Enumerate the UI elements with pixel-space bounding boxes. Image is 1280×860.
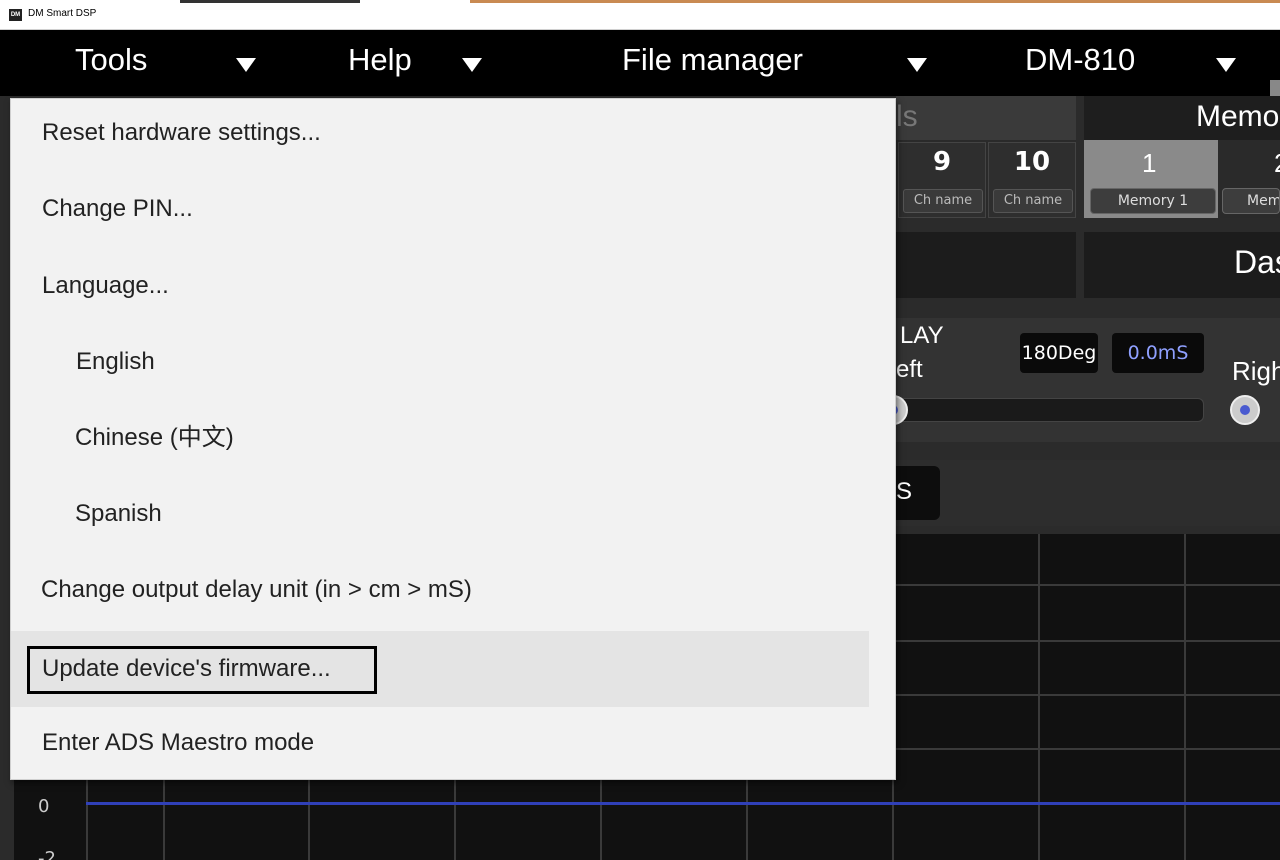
title-bar-strip-accent bbox=[470, 0, 1280, 3]
menu-item-label: Spanish bbox=[75, 500, 162, 527]
channel-9[interactable]: 9 Ch name bbox=[898, 142, 986, 218]
channels-header: ls bbox=[896, 96, 1076, 140]
phase-value[interactable]: 180Deg bbox=[1020, 333, 1098, 373]
app-logo-icon: DM bbox=[9, 9, 22, 21]
memory-number: 1 bbox=[1142, 148, 1157, 178]
device-chevron-down-icon[interactable] bbox=[1216, 58, 1236, 72]
grid-line bbox=[1038, 534, 1040, 860]
menu-item-language[interactable]: Language... bbox=[11, 248, 869, 324]
section-panel bbox=[896, 232, 1076, 298]
grid-line bbox=[308, 780, 310, 860]
grid-line bbox=[892, 584, 1280, 586]
channel-number: 10 bbox=[1013, 147, 1051, 177]
menu-item-english[interactable]: English bbox=[11, 324, 869, 400]
delay-title: LAY bbox=[900, 322, 944, 349]
menu-item-label: Change PIN... bbox=[42, 195, 193, 222]
channel-number: 9 bbox=[932, 147, 952, 177]
delay-left-slider[interactable] bbox=[896, 398, 1204, 422]
menu-item-label: Reset hardware settings... bbox=[42, 119, 321, 146]
help-chevron-down-icon[interactable] bbox=[462, 58, 482, 72]
menu-item-label: English bbox=[76, 348, 155, 375]
grid-line bbox=[892, 694, 1280, 696]
grid-line bbox=[163, 780, 165, 860]
delay-right-slider-knob[interactable] bbox=[1230, 395, 1260, 425]
menu-item-ads-maestro[interactable]: Enter ADS Maestro mode bbox=[11, 705, 869, 781]
memory-number: 2 bbox=[1274, 148, 1280, 179]
menu-item-change-delay-unit[interactable]: Change output delay unit (in > cm > mS) bbox=[11, 552, 869, 628]
response-curve bbox=[86, 802, 1280, 805]
dashboard-label: Das bbox=[1234, 244, 1280, 280]
menu-item-spanish[interactable]: Spanish bbox=[11, 476, 869, 552]
grid-line bbox=[892, 748, 1280, 750]
title-bar-strip bbox=[180, 0, 360, 3]
highlight-box bbox=[27, 646, 377, 694]
memory-header-label: Memor bbox=[1196, 100, 1280, 133]
dashboard-button[interactable]: Das bbox=[1084, 232, 1280, 298]
window-title: DM Smart DSP bbox=[28, 8, 97, 19]
memory-header: Memor bbox=[1084, 96, 1280, 140]
menu-device[interactable]: DM-810 bbox=[1025, 42, 1135, 78]
menu-item-label: Language... bbox=[42, 272, 169, 299]
channel-name-button[interactable]: Ch name bbox=[903, 189, 983, 213]
grid-line bbox=[892, 640, 1280, 642]
grid-line bbox=[600, 780, 602, 860]
tab-button[interactable]: S bbox=[896, 466, 940, 520]
channels-header-label: ls bbox=[896, 100, 918, 133]
menu-item-change-pin[interactable]: Change PIN... bbox=[11, 171, 869, 247]
tools-chevron-down-icon[interactable] bbox=[236, 58, 256, 72]
tab-label: S bbox=[896, 478, 913, 505]
delay-value[interactable]: 0.0mS bbox=[1112, 333, 1204, 373]
menu-help[interactable]: Help bbox=[348, 42, 412, 78]
tools-dropdown-menu: Reset hardware settings... Change PIN...… bbox=[10, 98, 896, 780]
memory-name-button[interactable]: Mem bbox=[1222, 188, 1280, 214]
channel-name-button[interactable]: Ch name bbox=[993, 189, 1073, 213]
delay-right-label: Righ bbox=[1232, 356, 1280, 386]
menu-item-reset-hardware[interactable]: Reset hardware settings... bbox=[11, 95, 869, 171]
menu-item-label: Chinese (中文) bbox=[75, 424, 234, 451]
channel-10[interactable]: 10 Ch name bbox=[988, 142, 1076, 218]
tab-strip bbox=[896, 460, 1280, 526]
menu-item-chinese[interactable]: Chinese (中文) bbox=[11, 400, 869, 476]
file-manager-chevron-down-icon[interactable] bbox=[907, 58, 927, 72]
menu-item-label: Enter ADS Maestro mode bbox=[42, 729, 315, 756]
app-window: DM DM Smart DSP Tools Help File manager … bbox=[0, 0, 1280, 860]
grid-line bbox=[746, 780, 748, 860]
grid-line bbox=[1184, 534, 1186, 860]
grid-line bbox=[454, 780, 456, 860]
y-axis-label: 0 bbox=[38, 796, 50, 817]
title-bar: DM DM Smart DSP bbox=[0, 0, 1280, 30]
y-axis-label: -2 bbox=[38, 848, 56, 860]
menu-file-manager[interactable]: File manager bbox=[622, 42, 803, 78]
menu-item-label: Change output delay unit (in > cm > mS) bbox=[41, 576, 472, 603]
memory-name-button[interactable]: Memory 1 bbox=[1090, 188, 1216, 214]
delay-left-label: eft bbox=[896, 356, 923, 383]
menu-tools[interactable]: Tools bbox=[75, 42, 147, 78]
menu-bar: Tools Help File manager DM-810 bbox=[0, 30, 1280, 106]
